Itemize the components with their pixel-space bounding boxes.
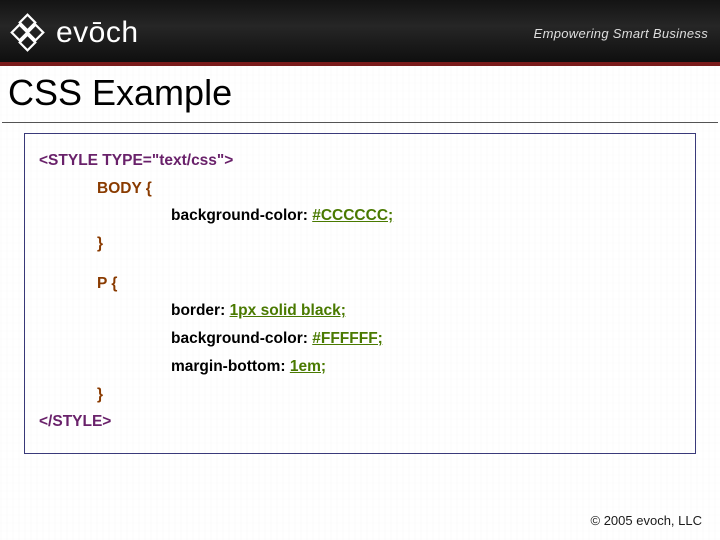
- code-line: P {: [39, 273, 683, 295]
- header-underline: [0, 62, 720, 66]
- slide-header: evōch Empowering Smart Business: [0, 0, 720, 66]
- code-line: <STYLE TYPE="text/css">: [39, 150, 683, 172]
- body-selector: BODY {: [97, 180, 152, 197]
- body-close-brace: }: [97, 235, 103, 252]
- brand-tagline: Empowering Smart Business: [534, 26, 708, 41]
- css-property: background-color:: [171, 330, 312, 347]
- css-property: background-color:: [171, 207, 312, 224]
- code-line: border: 1px solid black;: [39, 300, 683, 322]
- code-line: }: [39, 384, 683, 406]
- p-selector: P {: [97, 275, 117, 292]
- code-example-box: <STYLE TYPE="text/css"> BODY { backgroun…: [24, 133, 696, 454]
- css-value: #CCCCCC;: [312, 207, 393, 224]
- style-close-tag: </STYLE>: [39, 413, 111, 430]
- css-value: 1px solid black;: [230, 302, 346, 319]
- brand-mark-icon: [10, 13, 50, 53]
- code-line: }: [39, 233, 683, 255]
- code-line: background-color: #CCCCCC;: [39, 205, 683, 227]
- css-value: 1em;: [290, 358, 326, 375]
- css-property: margin-bottom:: [171, 358, 290, 375]
- css-property: border:: [171, 302, 230, 319]
- brand-logo: evōch: [10, 13, 139, 53]
- code-line: background-color: #FFFFFF;: [39, 328, 683, 350]
- css-value: #FFFFFF;: [312, 330, 383, 347]
- copyright-footer: © 2005 evoch, LLC: [591, 513, 702, 528]
- code-line: margin-bottom: 1em;: [39, 356, 683, 378]
- code-line: BODY {: [39, 178, 683, 200]
- code-line: </STYLE>: [39, 411, 683, 433]
- brand-name: evōch: [56, 16, 139, 50]
- style-open-tag: <STYLE TYPE="text/css">: [39, 152, 233, 169]
- p-close-brace: }: [97, 386, 103, 403]
- slide-title: CSS Example: [2, 66, 718, 123]
